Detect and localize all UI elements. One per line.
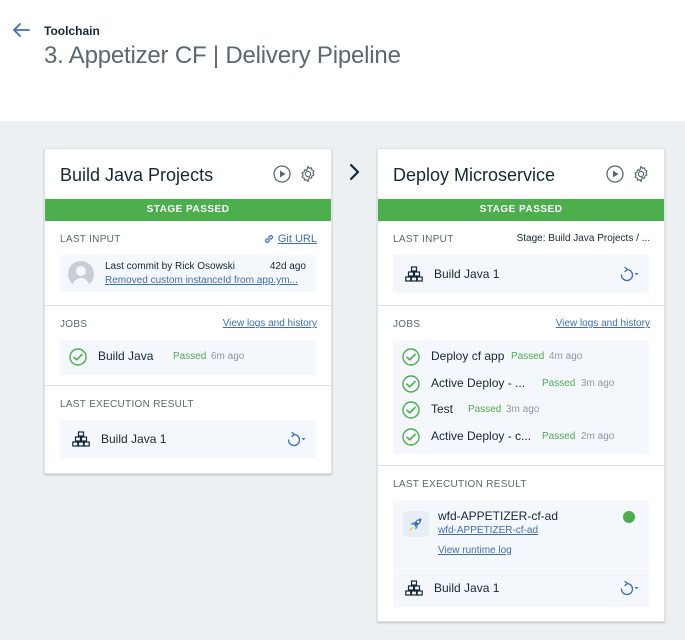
input-build-tile[interactable]: Build Java 1 [393, 255, 649, 293]
commit-message-link[interactable]: Removed custom instanceId from app.ym... [105, 275, 305, 286]
last-execution-section: LAST EXECUTION RESULT wfd-APPETIZER-cf-a… [378, 466, 664, 621]
build-name: Build Java 1 [434, 267, 500, 281]
page-title: 3. Appetizer CF | Delivery Pipeline [44, 42, 401, 69]
user-icon [72, 266, 90, 287]
job-status: Passed [173, 351, 207, 362]
jobs-section: JOBS View logs and history Build Java Pa… [45, 306, 331, 386]
gear-icon[interactable] [632, 165, 650, 183]
section-label: LAST EXECUTION RESULT [393, 479, 527, 490]
build-stack-icon [405, 580, 423, 596]
job-status: Passed [542, 430, 576, 442]
rocket-icon [403, 511, 429, 537]
commit-age: 42d ago [269, 261, 306, 272]
input-source-stage: Stage: Build Java Projects / ... [516, 233, 650, 244]
job-row[interactable]: Test Passed 3m ago [393, 397, 649, 424]
job-name: Build Java [98, 349, 154, 363]
job-name: Deploy cf app [431, 349, 505, 363]
job-age: 3m ago [581, 377, 615, 389]
job-name: Active Deploy - ... [431, 375, 526, 390]
play-icon[interactable] [273, 165, 291, 183]
job-row[interactable]: Deploy cf app Passed 4m ago [393, 344, 649, 371]
check-circle-icon [402, 348, 420, 366]
stage-header: Deploy Microservice [378, 149, 664, 199]
last-input-section: LAST INPUT Git URL Last commit by Rick O… [45, 221, 331, 306]
job-name: Active Deploy - c... [431, 428, 532, 443]
stage-title: Build Java Projects [60, 165, 214, 185]
avatar [68, 261, 94, 287]
build-stack-icon [405, 266, 423, 282]
play-icon[interactable] [606, 165, 624, 183]
job-name: Test [431, 402, 454, 416]
jobs-list: Deploy cf app Passed 4m ago Active Deplo… [393, 340, 649, 454]
jobs-section: JOBS View logs and history Deploy cf app… [378, 306, 664, 466]
arrow-left-icon[interactable] [12, 22, 30, 38]
job-row[interactable]: Active Deploy - c... Passed 2m ago [393, 424, 649, 451]
stage-card-build-java-projects: Build Java Projects STAGE PASSED LAST IN… [44, 148, 332, 474]
job-age: 2m ago [581, 430, 615, 442]
chevron-right-icon [349, 163, 360, 181]
job-status: Passed [542, 377, 576, 389]
check-circle-icon [402, 401, 420, 419]
stage-header: Build Java Projects [45, 149, 331, 199]
build-name: Build Java 1 [101, 432, 167, 446]
git-url-label: Git URL [277, 233, 317, 245]
gear-icon[interactable] [299, 165, 317, 183]
build-name: Build Java 1 [434, 581, 500, 595]
stage-status-bar: STAGE PASSED [378, 199, 664, 221]
check-circle-icon [402, 427, 420, 446]
view-runtime-log-link[interactable]: View runtime log [438, 545, 512, 556]
app-tile: wfd-APPETIZER-cf-ad wfd-APPETIZER-cf-ad … [393, 500, 649, 568]
git-url-link[interactable]: Git URL [263, 233, 317, 245]
commit-author: Last commit by Rick Osowski [105, 261, 236, 272]
check-circle-icon [69, 348, 87, 366]
redeploy-icon[interactable] [617, 266, 639, 282]
section-label: LAST EXECUTION RESULT [60, 399, 194, 410]
redeploy-icon[interactable] [617, 580, 639, 596]
app-url-link[interactable]: wfd-APPETIZER-cf-ad [438, 525, 538, 536]
view-logs-link[interactable]: View logs and history [223, 318, 317, 329]
last-execution-section: LAST EXECUTION RESULT Build Java 1 [45, 386, 331, 472]
stage-card-deploy-microservice: Deploy Microservice STAGE PASSED LAST IN… [377, 148, 665, 622]
commit-tile: Last commit by Rick Osowski 42d ago Remo… [60, 255, 316, 292]
app-name: wfd-APPETIZER-cf-ad [438, 509, 559, 523]
job-row[interactable]: Active Deploy - ... Passed 3m ago [393, 371, 649, 398]
build-tile[interactable]: Build Java 1 [60, 420, 316, 458]
result-build-tile[interactable]: Build Java 1 [393, 569, 649, 607]
jobs-list: Build Java Passed 6m ago [60, 340, 316, 375]
view-logs-link[interactable]: View logs and history [556, 318, 650, 329]
link-icon [264, 234, 273, 244]
stage-title: Deploy Microservice [393, 165, 556, 185]
breadcrumb[interactable]: Toolchain [44, 24, 100, 38]
job-row[interactable]: Build Java Passed 6m ago [60, 344, 316, 371]
stage-status-bar: STAGE PASSED [45, 199, 331, 221]
running-status-dot [623, 511, 635, 523]
redeploy-icon[interactable] [284, 431, 306, 447]
last-input-section: LAST INPUT Stage: Build Java Projects / … [378, 221, 664, 306]
build-stack-icon [72, 431, 90, 447]
page-header: Toolchain 3. Appetizer CF | Delivery Pip… [0, 0, 685, 121]
job-status: Passed [468, 404, 502, 415]
job-status: Passed [511, 351, 545, 362]
job-age: 4m ago [549, 351, 583, 362]
job-age: 6m ago [211, 351, 245, 362]
job-age: 3m ago [506, 404, 540, 415]
check-circle-icon [402, 374, 420, 393]
